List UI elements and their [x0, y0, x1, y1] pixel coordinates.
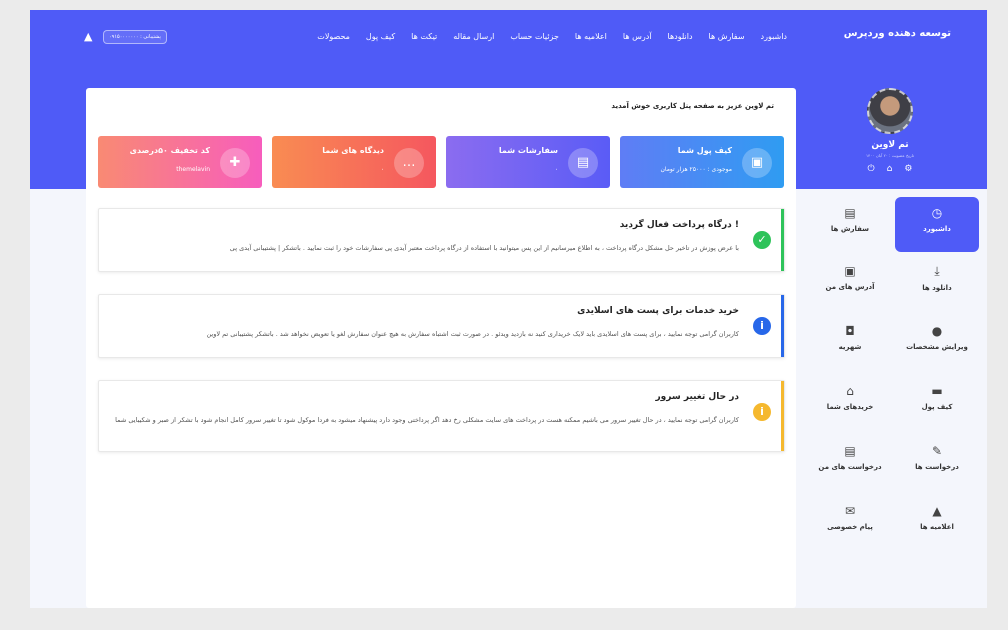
notice-title: درگاه پرداخت فعال گردید !	[619, 220, 739, 230]
notice-body: کاربران گرامی توجه نمایید ، در حال تغییر…	[115, 416, 739, 424]
stat-card-title: کد تخفیف ۵۰درصدی	[129, 146, 210, 155]
bell-icon[interactable]: ▲	[84, 30, 92, 43]
nav-link[interactable]: دانلودها	[668, 32, 693, 41]
stat-card-title: دیدگاه های شما	[322, 146, 384, 155]
notice-body: کاربران گرامی توجه نمایید ، برای پست های…	[206, 330, 739, 338]
nav-link[interactable]: اعلامیه ها	[575, 32, 607, 41]
stat-card[interactable]: دیدگاه های شما ۰ …	[272, 136, 436, 188]
basket-icon: ⌂	[846, 384, 854, 398]
notice-accent-bar	[781, 381, 784, 451]
sidebar-item[interactable]: ⌂ خریدهای شما	[808, 375, 892, 430]
user-profile: تم لاوین تاریخ عضویت : ۲۰ آبان ۱۴۰۰ ⏻ ⌂ …	[860, 88, 920, 174]
dashboard-icon: ◷	[931, 206, 943, 220]
sidebar-item-label: خریدهای شما	[826, 403, 874, 411]
info-circle-icon: i	[753, 317, 771, 335]
stat-card-value: themelavin	[176, 166, 210, 173]
sidebar-item[interactable]: ◘ شهریه	[808, 315, 892, 370]
notice-title: خرید خدمات برای پست های اسلایدی	[577, 306, 739, 316]
stat-card[interactable]: کد تخفیف ۵۰درصدی themelavin ✚	[98, 136, 262, 188]
stat-card-value: ۰	[380, 166, 384, 173]
sidebar-item-label: ویرایش مشخصات	[906, 343, 968, 351]
app-frame: توسعه دهنده وردپرس داشبورد سفارش ها دانلود…	[30, 10, 987, 608]
check-circle-icon: ✓	[753, 231, 771, 249]
nav-link[interactable]: کیف پول	[366, 32, 395, 41]
profile-name: تم لاوین	[871, 140, 909, 150]
stat-card[interactable]: سفارشات شما ۰ ▤	[446, 136, 610, 188]
sidebar-item[interactable]: ● ویرایش مشخصات	[895, 315, 979, 370]
notice-accent-bar	[781, 209, 784, 271]
user-icon: ●	[931, 324, 943, 338]
sidebar-item[interactable]: ▬ کیف پول	[895, 375, 979, 430]
sidebar-item[interactable]: ⤓ دانلود ها	[895, 255, 979, 310]
document-icon: ▤	[844, 206, 856, 220]
stat-card-title: کیف پول شما	[677, 146, 732, 155]
notice-card: i خرید خدمات برای پست های اسلایدی کاربران …	[98, 294, 785, 358]
stat-card-title: سفارشات شما	[498, 146, 558, 155]
welcome-message: تم لاوین عزیز به صفحه پنل کاربری خوش آمد…	[611, 102, 774, 110]
top-nav: داشبورد سفارش ها دانلودها آدرس ها اعلامیه ها…	[317, 32, 787, 41]
site-brand[interactable]: توسعه دهنده وردپرس	[844, 28, 951, 39]
sidebar-item[interactable]: ✉ پیام خصوصی	[808, 495, 892, 550]
main-panel: تم لاوین عزیز به صفحه پنل کاربری خوش آمد…	[86, 88, 796, 608]
support-phone-badge[interactable]: پشتیبانی : ۰۹۱۵۰۰۰۰۰۰۰	[103, 30, 167, 44]
sidebar-item-label: دانلود ها	[922, 284, 952, 292]
sidebar-item-label: آدرس های من	[825, 283, 875, 291]
download-icon: ⤓	[934, 264, 940, 278]
nav-link[interactable]: تیکت ها	[411, 32, 437, 41]
file-icon: ▤	[844, 444, 856, 458]
sidebar-item-label: درخواست های من	[818, 463, 882, 471]
notice-card: ✓ درگاه پرداخت فعال گردید ! با عرض پوزش در…	[98, 208, 785, 272]
profile-actions: ⏻ ⌂ ⚙	[860, 164, 920, 174]
power-icon[interactable]: ⏻	[868, 164, 875, 174]
stat-card-value: موجودی : ۲۵۰۰۰ هزار تومان	[660, 166, 732, 173]
sidebar-item-label: شهریه	[838, 343, 862, 351]
gift-icon: ✚	[220, 148, 250, 178]
avatar	[867, 88, 913, 134]
stat-card-value: ۰	[554, 166, 558, 173]
invoice-icon: ▤	[568, 148, 598, 178]
chat-icon: …	[394, 148, 424, 178]
sidebar-item[interactable]: ▲ اعلامیه ها	[895, 495, 979, 550]
sidebar-item-label: سفارش ها	[830, 225, 870, 233]
profile-join-date: تاریخ عضویت : ۲۰ آبان ۱۴۰۰	[866, 153, 914, 158]
warning-circle-icon: i	[753, 403, 771, 421]
sidebar-item-label: پیام خصوصی	[827, 523, 873, 531]
sidebar-item-label: اعلامیه ها	[920, 523, 954, 531]
sidebar-item-label: کیف پول	[921, 403, 953, 411]
sidebar-item[interactable]: ◷ داشبورد	[895, 197, 979, 252]
pencil-icon: ✎	[931, 444, 943, 458]
nav-link[interactable]: سفارش ها	[709, 32, 745, 41]
notice-card: i در حال تغییر سرور کاربران گرامی توجه نما…	[98, 380, 785, 452]
wallet-icon: ▬	[931, 384, 943, 398]
contact-card-icon: ▣	[844, 264, 856, 278]
sidebar-item[interactable]: ✎ درخواست ها	[895, 435, 979, 490]
nav-link[interactable]: داشبورد	[761, 32, 787, 41]
home-icon[interactable]: ⌂	[887, 164, 893, 174]
wallet-icon: ▣	[742, 148, 772, 178]
stat-card[interactable]: کیف پول شما موجودی : ۲۵۰۰۰ هزار تومان ▣	[620, 136, 784, 188]
notice-title: در حال تغییر سرور	[655, 392, 739, 402]
sidebar-item[interactable]: ▤ سفارش ها	[808, 197, 892, 252]
sidebar-item-label: درخواست ها	[915, 463, 959, 471]
notice-body: با عرض پوزش در تاخیر حل مشکل درگاه پرداخ…	[229, 244, 739, 252]
nav-link[interactable]: ارسال مقاله	[453, 32, 494, 41]
gear-icon[interactable]: ⚙	[904, 164, 912, 174]
bag-icon: ◘	[845, 324, 855, 338]
notice-accent-bar	[781, 295, 784, 357]
sidebar-item-label: داشبورد	[923, 225, 951, 233]
nav-link[interactable]: آدرس ها	[623, 32, 652, 41]
sidebar-item[interactable]: ▣ آدرس های من	[808, 255, 892, 310]
bell-icon: ▲	[932, 504, 942, 518]
sidebar-item[interactable]: ▤ درخواست های من	[808, 435, 892, 490]
nav-link[interactable]: جزئیات حساب	[510, 32, 559, 41]
envelope-icon: ✉	[844, 504, 856, 518]
nav-link[interactable]: محصولات	[317, 32, 350, 41]
